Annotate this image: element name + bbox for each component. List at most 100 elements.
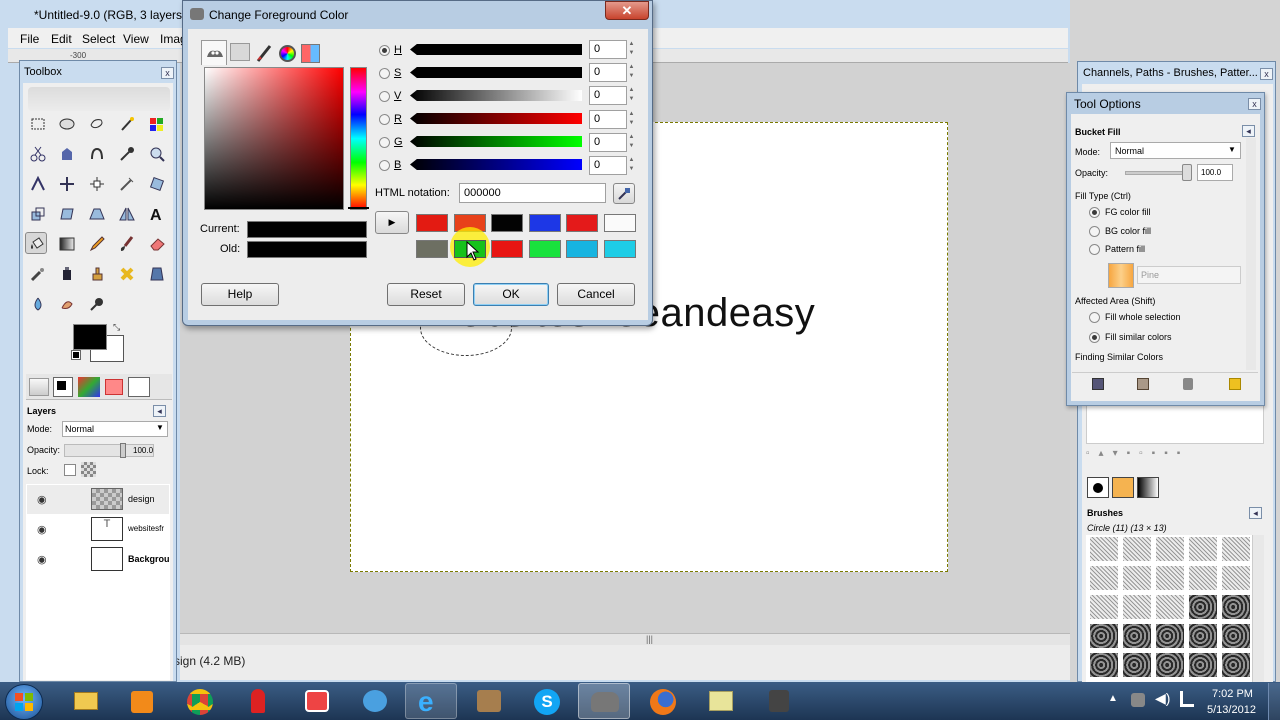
channel-b-slider[interactable] — [410, 159, 582, 170]
channel-s-slider[interactable] — [410, 67, 582, 78]
html-notation-input[interactable]: 000000 — [459, 183, 606, 203]
layers-mode-select[interactable]: Normal ▼ — [62, 421, 168, 437]
taskbar-pin-app[interactable] — [233, 683, 285, 719]
layers-menu-icon[interactable]: ◂ — [153, 405, 166, 417]
channel-v-slider[interactable] — [410, 90, 582, 101]
layers-opacity-handle[interactable] — [120, 443, 126, 458]
selector-tab-gimp[interactable] — [201, 40, 227, 65]
brush-thumbnail[interactable] — [1189, 595, 1217, 619]
swap-colors-icon[interactable]: ⤡ — [113, 322, 120, 333]
pattern-preview[interactable] — [1108, 263, 1134, 288]
network-icon[interactable] — [1180, 691, 1194, 707]
color-history-swatch[interactable] — [491, 240, 523, 258]
tool-opacity-handle[interactable] — [1182, 164, 1192, 181]
dock-pattern-swatch[interactable] — [1112, 477, 1134, 498]
help-button[interactable]: Help — [201, 283, 279, 306]
ok-button[interactable]: OK — [473, 283, 549, 306]
move-tool[interactable] — [56, 173, 78, 195]
brush-thumbnail[interactable] — [1156, 566, 1184, 590]
taskbar-skype[interactable]: S — [521, 683, 573, 719]
pattern-name-field[interactable]: Pine — [1137, 266, 1241, 284]
cancel-button[interactable]: Cancel — [557, 283, 635, 306]
brush-thumbnail[interactable] — [1156, 624, 1184, 648]
brush-thumbnail[interactable] — [1156, 653, 1184, 677]
foreground-select-tool[interactable] — [56, 143, 78, 165]
align-tool[interactable] — [86, 173, 108, 195]
volume-icon[interactable]: ◀) — [1155, 690, 1170, 707]
toolbox-close-icon[interactable]: x — [161, 67, 174, 79]
add-to-history-button[interactable]: ▶ — [375, 211, 409, 234]
layers-tab-icon[interactable] — [128, 377, 150, 397]
taskbar-app-last[interactable] — [753, 683, 805, 719]
layers-opacity-slider[interactable]: 100.0 — [64, 443, 154, 458]
brush-thumbnail[interactable] — [1123, 653, 1151, 677]
selector-tab-watercolor-icon[interactable] — [254, 43, 274, 66]
brushes-menu-icon[interactable]: ◂ — [1249, 507, 1262, 519]
channel-v-spin-arrows-icon[interactable]: ▲ ▼ — [627, 86, 636, 105]
tool-options-tab-icon[interactable] — [29, 378, 49, 396]
clone-tool[interactable] — [86, 263, 108, 285]
device-status-tab-icon[interactable] — [53, 377, 73, 397]
menu-select[interactable]: Select — [82, 32, 115, 46]
heal-tool[interactable] — [116, 263, 138, 285]
color-history-swatch[interactable] — [491, 214, 523, 232]
channel-r-slider[interactable] — [410, 113, 582, 124]
tool-opacity-value[interactable]: 100.0 — [1197, 164, 1233, 181]
tool-options-menu-icon[interactable]: ◂ — [1242, 125, 1255, 137]
selector-tab-wheel-icon[interactable] — [279, 45, 296, 62]
horizontal-scrollbar[interactable]: ||| — [180, 633, 1070, 645]
eye-icon[interactable]: ◉ — [37, 523, 47, 536]
channel-g-value[interactable]: 0 — [589, 133, 627, 152]
text-tool[interactable]: A — [146, 203, 168, 225]
menu-file[interactable]: File — [20, 32, 39, 46]
brushes-scrollbar[interactable] — [1252, 535, 1264, 682]
default-colors-icon[interactable] — [71, 350, 81, 360]
channel-g-slider[interactable] — [410, 136, 582, 147]
channel-b-spin-arrows-icon[interactable]: ▲ ▼ — [627, 156, 636, 175]
tray-show-hidden-icon[interactable]: ▲ — [1108, 693, 1118, 704]
ink-tool[interactable] — [56, 263, 78, 285]
bucket-fill-tool[interactable] — [25, 232, 47, 254]
tool-mode-select[interactable]: Normal ▼ — [1110, 142, 1241, 159]
brush-thumbnail[interactable] — [1222, 624, 1250, 648]
hue-strip[interactable] — [350, 67, 367, 210]
reset-button[interactable]: Reset — [387, 283, 465, 306]
channel-v-value[interactable]: 0 — [589, 86, 627, 105]
selector-tab-cmyk-icon[interactable] — [230, 43, 250, 61]
clock-time[interactable]: 7:02 PM — [1212, 688, 1253, 700]
brush-thumbnail[interactable] — [1156, 537, 1184, 561]
select-by-color-tool[interactable] — [146, 113, 168, 135]
ellipse-select-tool[interactable] — [56, 113, 78, 135]
menu-view[interactable]: View — [123, 32, 149, 46]
color-history-swatch[interactable] — [603, 214, 636, 232]
taskbar-app-tools[interactable] — [463, 683, 515, 719]
paths-tool[interactable] — [86, 143, 108, 165]
color-history-swatch[interactable] — [603, 240, 636, 258]
color-history-swatch[interactable] — [416, 240, 448, 258]
pencil-tool[interactable] — [86, 233, 108, 255]
lock-alpha-icon[interactable] — [81, 462, 96, 477]
fill-whole-selection-radio[interactable] — [1089, 312, 1100, 323]
paintbrush-tool[interactable] — [116, 233, 138, 255]
tool-options-scrollbar[interactable] — [1246, 138, 1256, 370]
fill-similar-colors-radio[interactable] — [1089, 332, 1100, 343]
scissors-select-tool[interactable] — [27, 143, 49, 165]
channel-v-radio[interactable] — [379, 91, 390, 102]
brush-thumbnail[interactable] — [1189, 653, 1217, 677]
taskbar-explorer[interactable] — [60, 683, 112, 719]
channel-s-spin-arrows-icon[interactable]: ▲ ▼ — [627, 63, 636, 82]
fg-fill-radio[interactable] — [1089, 207, 1100, 218]
brush-thumbnail[interactable] — [1090, 624, 1118, 648]
tray-app-icon[interactable] — [1131, 693, 1145, 707]
brush-thumbnail[interactable] — [1222, 537, 1250, 561]
dock-gradient-swatch[interactable] — [1137, 477, 1159, 498]
perspective-tool[interactable] — [86, 203, 108, 225]
smudge-tool[interactable] — [56, 293, 78, 315]
brush-thumbnail[interactable] — [1189, 566, 1217, 590]
brush-thumbnail[interactable] — [1189, 624, 1217, 648]
eyedropper-button[interactable] — [613, 183, 635, 204]
brush-thumbnail[interactable] — [1123, 537, 1151, 561]
brush-thumbnail[interactable] — [1090, 595, 1118, 619]
channel-r-spin-arrows-icon[interactable]: ▲ ▼ — [627, 110, 636, 129]
channel-b-value[interactable]: 0 — [589, 156, 627, 175]
